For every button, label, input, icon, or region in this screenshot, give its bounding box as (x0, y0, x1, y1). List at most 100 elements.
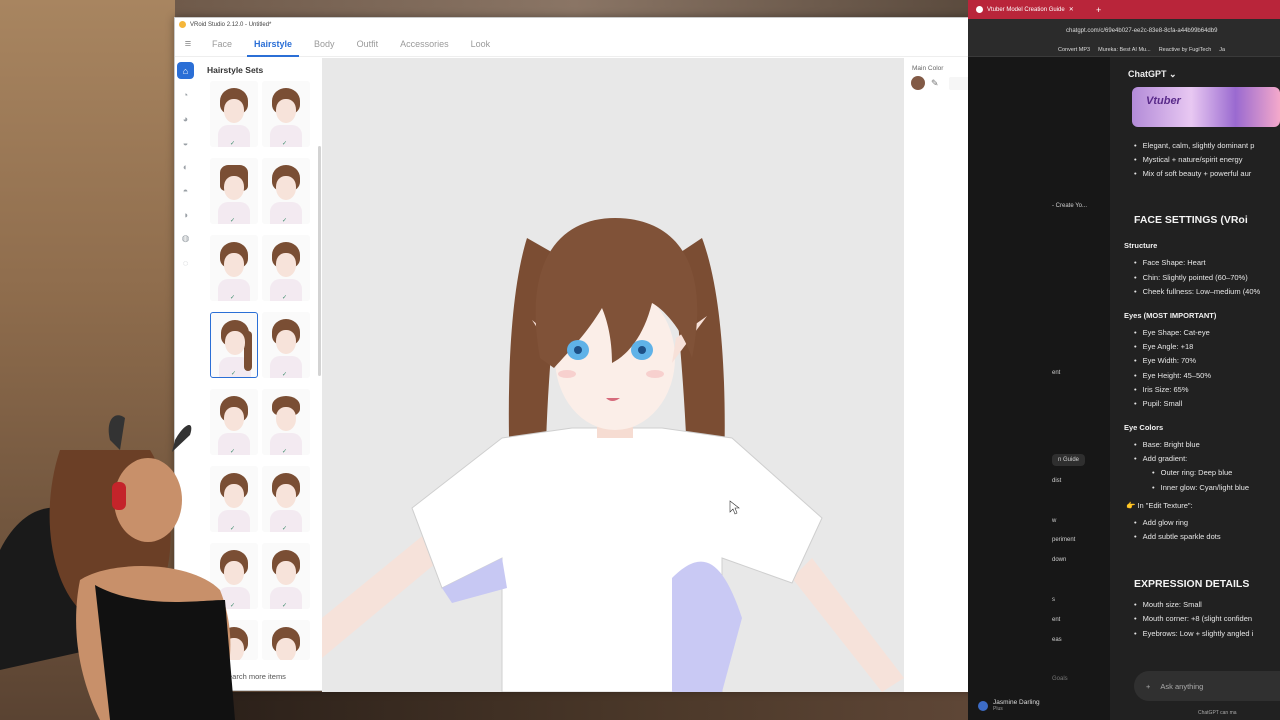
home-icon[interactable]: ⌂ (177, 62, 194, 79)
chatgpt-favicon-icon (976, 6, 983, 13)
tab-accessories[interactable]: Accessories (389, 31, 460, 57)
base-hair-icon[interactable]: ◕ (177, 110, 194, 127)
tab-body[interactable]: Body (303, 31, 346, 57)
main-color-swatch[interactable] (911, 76, 925, 90)
chat-subheading: Eye Colors (1124, 423, 1164, 432)
left-pupil (574, 346, 582, 354)
user-profile[interactable]: Jasmine Darling Plus (978, 699, 1040, 712)
pointing-hand-icon: 👉 (1126, 501, 1136, 510)
chat-text: Eye Width: 70% (1134, 356, 1196, 365)
sidebar-chat-item[interactable]: down (1052, 557, 1066, 563)
left-blush (558, 370, 576, 378)
chat-main: ▯ ChatGPT ⌄ Vtuber Elegant, calm, slight… (1110, 57, 1280, 720)
address-url: chatgpt.com/c/69e4b027-ee2c-83e8-8cfa-a4… (1066, 28, 1218, 34)
hairstyle-thumb[interactable]: ✓ (210, 235, 258, 301)
sidebar-chat-item[interactable]: Goals (1052, 676, 1068, 682)
chat-heading: EXPRESSION DETAILS (1134, 578, 1250, 590)
hairstyle-thumb[interactable]: ✓ (262, 543, 310, 609)
avatar-dress (95, 585, 235, 720)
ahoge-icon[interactable]: ◓ (177, 182, 194, 199)
headphones-icon (112, 482, 126, 510)
chat-text: Cheek fullness: Low–medium (40% (1134, 287, 1261, 296)
plus-icon[interactable]: + (1146, 682, 1150, 691)
right-blush (646, 370, 664, 378)
side-hair-icon[interactable]: ◐ (177, 158, 194, 175)
extra-hair-icon[interactable]: ◍ (177, 230, 194, 247)
bookmarks-bar: Convert MP3 Mureka: Best AI Mu... Reacti… (968, 43, 1280, 57)
tab-hairstyle[interactable]: Hairstyle (243, 31, 303, 57)
tab-close-icon[interactable]: ✕ (1069, 6, 1074, 13)
bookmark-item[interactable]: Reactive by FugiTech (1159, 47, 1212, 53)
chat-text: Mouth corner: +8 (slight confiden (1134, 614, 1252, 623)
front-hair-icon[interactable]: ◔ (177, 86, 194, 103)
chat-text: Mix of soft beauty + powerful aur (1134, 169, 1252, 178)
chat-input-placeholder: Ask anything (1160, 681, 1204, 691)
chat-text: Iris Size: 65% (1134, 385, 1189, 394)
eyedropper-icon[interactable]: ✎ (931, 78, 939, 89)
streamer-avatar-overlay (0, 415, 235, 720)
vroid-logo-icon (179, 21, 186, 28)
disclaimer: ChatGPT can ma (1198, 710, 1237, 716)
tab-outfit[interactable]: Outfit (346, 31, 390, 57)
chat-input[interactable]: + Ask anything (1134, 671, 1280, 701)
bookmark-item[interactable]: Ja (1219, 47, 1225, 53)
new-tab-icon[interactable]: + (1096, 5, 1101, 15)
app-title[interactable]: ChatGPT ⌄ (1128, 69, 1177, 80)
menu-icon[interactable]: ≡ (175, 38, 201, 50)
hairstyle-scrollbar[interactable] (318, 146, 321, 376)
hairstyle-thumb[interactable] (262, 620, 310, 660)
chat-heading: FACE SETTINGS (VRoi (1134, 214, 1248, 226)
browser-tab-title: Vtuber Model Creation Guide (987, 6, 1065, 13)
chat-text: Pupil: Small (1134, 399, 1183, 408)
sidebar-chat-item[interactable]: ent (1052, 370, 1060, 376)
sidebar-chat-item[interactable]: - Create Yo... (1052, 203, 1087, 209)
vroid-navbar: ≡ Face Hairstyle Body Outfit Accessories… (175, 31, 1049, 57)
chat-text: Add glow ring (1134, 518, 1188, 527)
right-arm (792, 558, 904, 692)
chat-image-banner: Vtuber (1132, 87, 1280, 127)
chat-subheading: Structure (1124, 241, 1158, 250)
sidebar-chat-item[interactable]: dist (1052, 478, 1061, 484)
tab-face[interactable]: Face (201, 31, 243, 57)
sidebar-chat-item[interactable]: w (1052, 518, 1056, 524)
horn-right (172, 424, 192, 452)
accessory-hair-icon[interactable]: ◑ (177, 206, 194, 223)
chat-text: 👉 In "Edit Texture": (1126, 501, 1193, 510)
chat-sidebar: - Create Yo... ent n Guide dist w perime… (968, 57, 1110, 720)
browser-tab[interactable]: Vtuber Model Creation Guide ✕ (976, 6, 1084, 13)
right-pupil (638, 346, 646, 354)
hairstyle-thumb[interactable]: ✓ (262, 312, 310, 378)
custom-hair-icon[interactable]: ◌ (177, 254, 194, 271)
banner-text: Vtuber (1146, 95, 1181, 107)
sidebar-chat-item-active[interactable]: n Guide (1052, 454, 1086, 466)
hairstyle-thumb-selected[interactable]: ✓ (210, 312, 258, 378)
chat-text: Elegant, calm, slightly dominant p (1134, 141, 1255, 150)
panel-title: Hairstyle Sets (207, 65, 264, 75)
chat-text: Base: Bright blue (1134, 440, 1200, 449)
sidebar-chat-item[interactable]: periment (1052, 537, 1075, 543)
hairstyle-thumb[interactable]: ✓ (210, 158, 258, 224)
sidebar-chat-item[interactable]: s (1052, 597, 1055, 603)
browser-tabbar: Vtuber Model Creation Guide ✕ + (968, 0, 1280, 19)
bookmark-item[interactable]: Convert MP3 (1058, 47, 1090, 53)
sidebar-chat-item[interactable]: ent (1052, 617, 1060, 623)
chat-text: Add subtle sparkle dots (1134, 532, 1221, 541)
hairstyle-thumb[interactable]: ✓ (262, 235, 310, 301)
chat-text: Eye Shape: Cat-eye (1134, 328, 1210, 337)
hairstyle-thumb[interactable]: ✓ (210, 81, 258, 147)
tshirt (411, 427, 823, 692)
chat-text: Face Shape: Heart (1134, 258, 1206, 267)
user-plan: Plus (993, 706, 1003, 712)
browser-window: Vtuber Model Creation Guide ✕ + chatgpt.… (968, 0, 1280, 720)
hairstyle-thumb[interactable]: ✓ (262, 81, 310, 147)
hairstyle-thumb[interactable]: ✓ (262, 389, 310, 455)
bookmark-item[interactable]: Mureka: Best AI Mu... (1098, 47, 1151, 53)
back-hair-icon[interactable]: ◒ (177, 134, 194, 151)
hairstyle-thumb[interactable]: ✓ (262, 158, 310, 224)
sidebar-chat-item[interactable]: eas (1052, 637, 1062, 643)
model-viewport[interactable] (322, 58, 904, 692)
hairstyle-thumb[interactable]: ✓ (262, 466, 310, 532)
address-bar[interactable]: chatgpt.com/c/69e4b027-ee2c-83e8-8cfa-a4… (968, 19, 1280, 43)
left-arm (322, 528, 442, 658)
tab-look[interactable]: Look (460, 31, 502, 57)
